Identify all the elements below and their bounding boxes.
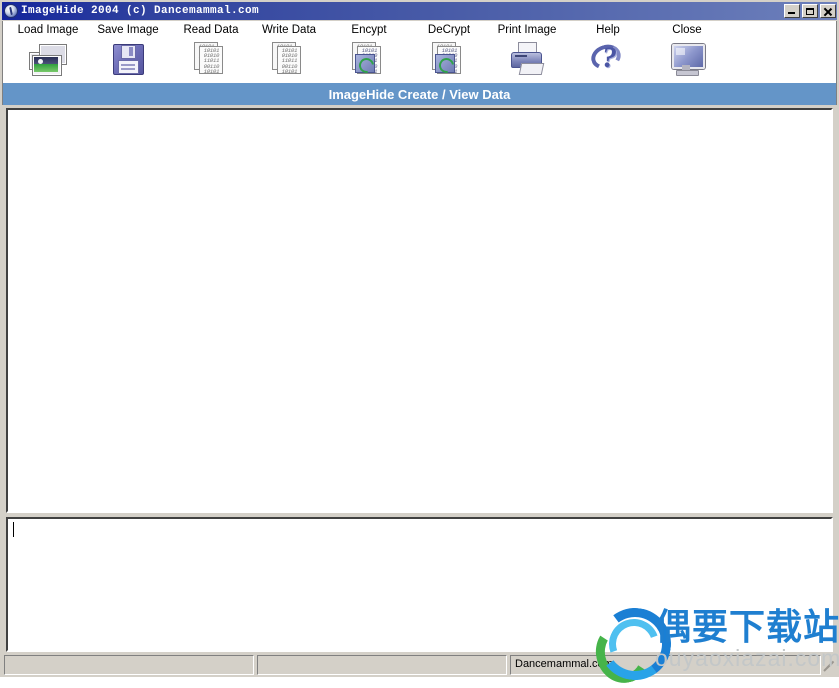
toolbar: Load Image Save Image Read Data 10101 010… xyxy=(2,21,837,83)
status-bar: Dancemammal.com xyxy=(2,655,837,675)
toolbar-label-print-image: Print Image xyxy=(497,24,557,36)
image-preview-panel[interactable] xyxy=(6,108,833,513)
toolbar-label-close: Close xyxy=(672,24,702,36)
minimize-button[interactable] xyxy=(784,4,800,18)
question-mark-icon: ? xyxy=(588,40,628,77)
photos-icon xyxy=(28,41,68,77)
binary-page-icon: 1010101010110110011010101 10101010101101… xyxy=(191,41,231,77)
client-area xyxy=(2,106,837,652)
resize-grip[interactable] xyxy=(821,659,835,673)
window-title: ImageHide 2004 (c) Dancemammal.com xyxy=(21,5,260,17)
monitor-icon xyxy=(667,41,707,77)
toolbar-button-load-image[interactable]: Load Image xyxy=(5,23,91,81)
printer-icon xyxy=(507,41,547,77)
encrypt-binary-icon: 1010101010110110011010101 10101010101101… xyxy=(349,41,389,77)
status-pane-2 xyxy=(257,655,507,675)
toolbar-button-print-image[interactable]: Print Image xyxy=(484,23,570,81)
toolbar-button-encypt[interactable]: Encypt 1010101010110110011010101 1010101… xyxy=(326,23,412,81)
toolbar-label-help: Help xyxy=(596,24,620,36)
maximize-button[interactable] xyxy=(802,4,818,18)
text-caret xyxy=(13,522,14,537)
toolbar-label-read-data: Read Data xyxy=(183,24,239,36)
data-text-area[interactable] xyxy=(6,517,833,652)
toolbar-button-read-data[interactable]: Read Data 1010101010110110011010101 1010… xyxy=(168,23,254,81)
section-banner: ImageHide Create / View Data xyxy=(2,83,837,105)
toolbar-button-close[interactable]: Close xyxy=(644,23,730,81)
toolbar-button-write-data[interactable]: Write Data 1010101010110110011010101 101… xyxy=(246,23,332,81)
title-bar[interactable]: ImageHide 2004 (c) Dancemammal.com xyxy=(2,2,837,20)
toolbar-label-encypt: Encypt xyxy=(351,24,387,36)
decrypt-binary-icon: 1010101010110110011010101 10101010101101… xyxy=(429,41,469,77)
close-window-button[interactable] xyxy=(820,4,836,18)
floppy-disk-icon xyxy=(108,41,148,77)
toolbar-label-decrypt: DeCrypt xyxy=(427,24,471,36)
toolbar-button-help[interactable]: Help ? xyxy=(565,23,651,81)
application-window: ImageHide 2004 (c) Dancemammal.com Load … xyxy=(0,0,839,688)
toolbar-button-decrypt[interactable]: DeCrypt 1010101010110110011010101 101010… xyxy=(406,23,492,81)
toolbar-label-write-data: Write Data xyxy=(261,24,317,36)
window-controls xyxy=(784,4,836,18)
toolbar-label-load-image: Load Image xyxy=(17,24,79,36)
status-pane-3: Dancemammal.com xyxy=(510,655,821,675)
app-logo-icon[interactable] xyxy=(4,4,18,18)
banner-title: ImageHide Create / View Data xyxy=(328,86,511,102)
binary-page-icon: 1010101010110110011010101 10101010101101… xyxy=(269,41,309,77)
status-pane-1 xyxy=(4,655,254,675)
toolbar-button-save-image[interactable]: Save Image xyxy=(85,23,171,81)
toolbar-label-save-image: Save Image xyxy=(97,24,159,36)
